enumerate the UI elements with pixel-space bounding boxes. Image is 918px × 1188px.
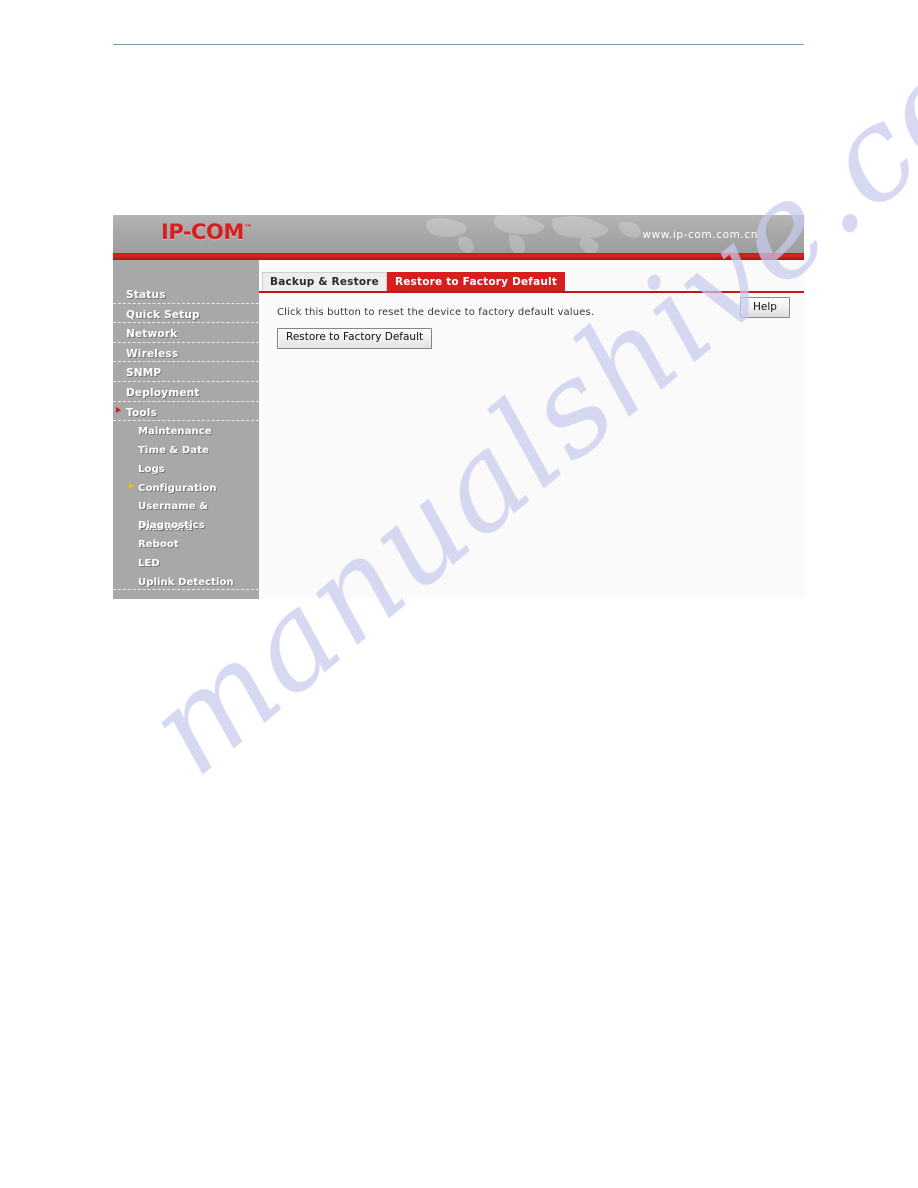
sidebar-item-tools[interactable]: Tools	[113, 402, 259, 422]
sidebar-item-configuration[interactable]: Configuration	[113, 478, 259, 497]
sidebar-item-label: Wireless	[126, 347, 179, 360]
sidebar-item-time-and-date[interactable]: Time & Date	[113, 440, 259, 459]
logo-trademark: ™	[243, 224, 253, 234]
sidebar-item-status[interactable]: Status	[113, 284, 259, 304]
restore-to-factory-default-button[interactable]: Restore to Factory Default	[277, 328, 433, 349]
sidebar-item-username-and-password[interactable]: Username & Password	[113, 496, 259, 533]
tab-backup-and-restore[interactable]: Backup & Restore	[262, 272, 387, 291]
sidebar-item-label: Reboot	[138, 538, 179, 550]
sidebar-item-diagnostics[interactable]: Diagnostics	[113, 515, 259, 534]
sidebar-item-network[interactable]: Network	[113, 323, 259, 343]
sidebar-item-label: Network	[126, 328, 178, 341]
page-header-rule	[113, 44, 804, 45]
sidebar-item-label: Logs	[138, 463, 165, 475]
tab-bar: Backup & Restore Restore to Factory Defa…	[259, 268, 804, 293]
sidebar-item-label: Diagnostics	[138, 520, 205, 532]
ipcom-logo: IP-COM™	[161, 220, 253, 244]
sidebar-item-maintenance[interactable]: Maintenance	[113, 421, 259, 440]
app-header: IP-COM™ www.ip-com.com.cn	[113, 215, 804, 253]
sidebar-item-label: SNMP	[126, 367, 162, 380]
sidebar-item-wireless[interactable]: Wireless	[113, 343, 259, 363]
app-body: Status Quick Setup Network Wireless SNMP…	[113, 260, 804, 599]
sidebar-item-label: Status	[126, 289, 166, 301]
sidebar-item-snmp[interactable]: SNMP	[113, 362, 259, 382]
sidebar-item-label: LED	[138, 557, 160, 569]
instruction-text: Click this button to reset the device to…	[277, 307, 595, 318]
content-inner: Click this button to reset the device to…	[259, 293, 804, 349]
tab-restore-to-factory-default[interactable]: Restore to Factory Default	[386, 272, 566, 291]
sidebar-nav: Status Quick Setup Network Wireless SNMP…	[113, 260, 259, 599]
world-map-graphic	[425, 215, 641, 253]
sidebar-item-reboot[interactable]: Reboot	[113, 534, 259, 553]
sidebar-item-label: Time & Date	[138, 444, 209, 456]
logo-text: IP-COM	[161, 220, 244, 244]
vendor-url: www.ip-com.com.cn	[642, 229, 758, 241]
main-content: Backup & Restore Restore to Factory Defa…	[259, 260, 804, 599]
sidebar-item-deployment[interactable]: Deployment	[113, 382, 259, 402]
tab-label: Restore to Factory Default	[394, 276, 558, 288]
sidebar-item-uplink-detection[interactable]: Uplink Detection	[113, 572, 259, 591]
sidebar-item-logs[interactable]: Logs	[113, 459, 259, 478]
sidebar-item-quick-setup[interactable]: Quick Setup	[113, 304, 259, 324]
sidebar-item-label: Configuration	[138, 482, 217, 494]
expanded-arrow-icon	[116, 407, 121, 414]
sidebar-item-led[interactable]: LED	[113, 553, 259, 572]
sidebar-item-label: Deployment	[126, 386, 200, 399]
sidebar-item-label: Quick Setup	[126, 308, 200, 321]
header-accent-bar	[113, 253, 804, 260]
sidebar-item-label: Maintenance	[138, 426, 212, 438]
device-admin-panel: IP-COM™ www.ip-com.com.cn Status Quick S…	[113, 215, 804, 599]
selected-arrow-icon	[129, 483, 134, 490]
sidebar-item-label: Tools	[126, 406, 158, 419]
sidebar-item-label: Uplink Detection	[138, 576, 234, 588]
help-button[interactable]: Help	[740, 297, 790, 318]
tab-label: Backup & Restore	[270, 276, 379, 288]
